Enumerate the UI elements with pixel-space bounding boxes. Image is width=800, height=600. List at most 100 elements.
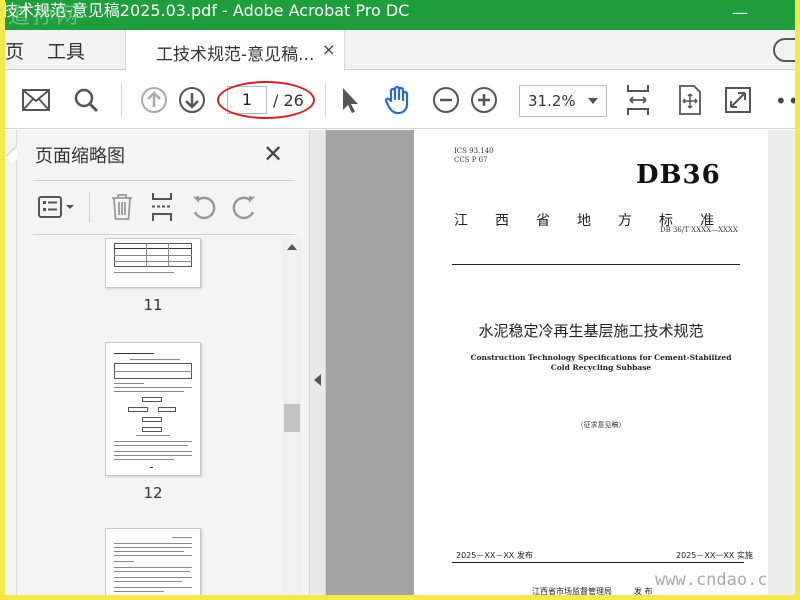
- db-code: DB36: [636, 160, 721, 190]
- thumbnail-panel: 页面缩略图 ✕ 11 12: [17, 130, 309, 600]
- mail-icon[interactable]: [21, 85, 51, 115]
- thumbnail-line: [114, 383, 144, 384]
- rotate-left-icon[interactable]: [189, 192, 219, 222]
- header-rule: [452, 264, 740, 265]
- thumbnail-line: [114, 577, 192, 578]
- thumbnail-line: [130, 359, 180, 360]
- thumbnail-line: [114, 547, 192, 548]
- zoom-out-icon[interactable]: [431, 85, 461, 115]
- tab-tools[interactable]: 工具: [47, 37, 85, 64]
- panel-close-button[interactable]: ✕: [263, 140, 283, 168]
- thumbnail-line: [114, 441, 192, 442]
- thumbnail-line: [114, 455, 192, 456]
- document-title-en-2: Cold Recycling Subbase: [550, 363, 652, 372]
- tab-close-button[interactable]: ×: [322, 40, 335, 59]
- document-title-cn: 水泥稳定冷再生基层施工技术规范: [478, 322, 704, 340]
- thumbnail-line: [114, 567, 192, 568]
- pdf-page: ICS 93.140 CCS P 67 DB36 江西省地方标准 DB 36/T…: [414, 130, 768, 600]
- scroll-thumb[interactable]: [284, 404, 300, 432]
- implement-date: 2025－XX－XX 实施: [676, 551, 753, 560]
- thumbnail-page-11[interactable]: [105, 238, 201, 288]
- collapse-arrow-icon[interactable]: [314, 374, 321, 386]
- thumbnail-line: [114, 248, 192, 249]
- scroll-up-icon[interactable]: [287, 244, 297, 250]
- hand-icon[interactable]: [383, 85, 413, 115]
- delete-icon[interactable]: [107, 192, 137, 222]
- issuer: 江西省市场监督管理局: [532, 587, 612, 596]
- panel-title: 页面缩略图: [35, 146, 125, 167]
- pointer-icon[interactable]: [335, 85, 365, 115]
- thumbnail-line: [114, 391, 184, 392]
- thumbnail-flowbox: [158, 407, 176, 412]
- panel-splitter[interactable]: [309, 130, 326, 600]
- navigation-strip: [5, 130, 23, 600]
- panel-divider: [33, 234, 295, 235]
- thumbnail-line: [114, 255, 192, 256]
- title-bar: 技术规范-意见稿2025.03.pdf - Adobe Acrobat Pro …: [0, 0, 800, 30]
- panel-divider: [33, 180, 295, 181]
- title-watermark: 道孙网: [8, 4, 81, 29]
- thumbnail-line: [168, 243, 169, 267]
- thumbnail-line: [114, 459, 174, 460]
- page-up-icon[interactable]: [139, 85, 169, 115]
- page-down-icon[interactable]: [177, 85, 207, 115]
- thumbnail-line: [114, 551, 184, 552]
- thumbnail-options-icon[interactable]: [37, 192, 77, 222]
- thumbnail-line: [114, 261, 192, 262]
- thumbnail-scrollbar[interactable]: [283, 238, 301, 600]
- thumbnail-list: 11 12: [35, 238, 297, 600]
- document-view[interactable]: ICS 93.140 CCS P 67 DB36 江西省地方标准 DB 36/T…: [326, 130, 795, 600]
- standard-number: DB 36/T XXXX—XXXX: [660, 226, 739, 234]
- minimize-button[interactable]: —: [732, 2, 748, 24]
- thumbnail-flowbox: [128, 407, 148, 412]
- thumbnail-line: [114, 353, 154, 354]
- document-margin: [768, 130, 795, 600]
- thumbnail-line: [114, 371, 192, 372]
- thumbnail-line: [114, 555, 192, 556]
- thumbnail-line: [114, 451, 192, 452]
- thumbnail-line: [150, 467, 153, 468]
- toolbar-separator: [121, 83, 122, 117]
- thumbnail-label: 11: [143, 296, 163, 314]
- draft-notice: （征求意见稿）: [576, 421, 626, 429]
- thumbnail-line: [146, 243, 147, 267]
- issuer-action: 发 布: [634, 587, 653, 596]
- thumbnail-line: [114, 445, 188, 446]
- thumbnail-line: [114, 561, 134, 562]
- thumbnail-line: [114, 591, 164, 592]
- thumbnail-page-12[interactable]: [105, 342, 201, 476]
- ics-code: ICS 93.140 CCS P 67: [454, 147, 494, 165]
- fullscreen-icon[interactable]: [723, 85, 753, 115]
- footer-rule: [452, 562, 744, 563]
- toolbar-separator: [89, 192, 90, 222]
- ccs-line: CCS P 67: [454, 156, 488, 164]
- thumbnail-line: [114, 587, 192, 588]
- annotation-oval: [217, 81, 315, 119]
- thumbnail-line: [114, 581, 182, 582]
- zoom-in-icon[interactable]: [469, 85, 499, 115]
- thumbnail-page-13[interactable]: [105, 528, 201, 600]
- fit-width-icon[interactable]: [623, 85, 653, 115]
- toolbar-separator: [325, 83, 326, 117]
- publish-date: 2025－XX－XX 发布: [456, 551, 533, 560]
- help-icon[interactable]: [773, 38, 795, 62]
- more-options-button[interactable]: •••: [775, 89, 800, 113]
- toolbar: 1 / 26 31.2% •••: [5, 71, 800, 129]
- thumbnail-flowbox: [142, 417, 162, 422]
- site-watermark: www.cndao.c: [655, 570, 768, 590]
- zoom-value: 31.2%: [528, 92, 576, 110]
- insert-icon[interactable]: [147, 192, 177, 222]
- fit-page-icon[interactable]: [675, 85, 705, 115]
- tab-home[interactable]: 页: [5, 37, 24, 64]
- thumbnail-line: [136, 435, 170, 436]
- thumbnail-line: [114, 571, 190, 572]
- rotate-right-icon[interactable]: [229, 192, 259, 222]
- zoom-select[interactable]: 31.2%: [519, 85, 607, 117]
- search-icon[interactable]: [71, 85, 101, 115]
- thumbnail-line: [172, 537, 192, 538]
- tab-document[interactable]: 工技术规范-意见稿... ×: [125, 30, 345, 71]
- document-title-en-1: Construction Technology Specifications f…: [470, 353, 732, 362]
- tab-document-label: 工技术规范-意见稿...: [156, 45, 315, 65]
- thumbnail-line: [114, 272, 174, 273]
- chevron-down-icon: [588, 98, 598, 104]
